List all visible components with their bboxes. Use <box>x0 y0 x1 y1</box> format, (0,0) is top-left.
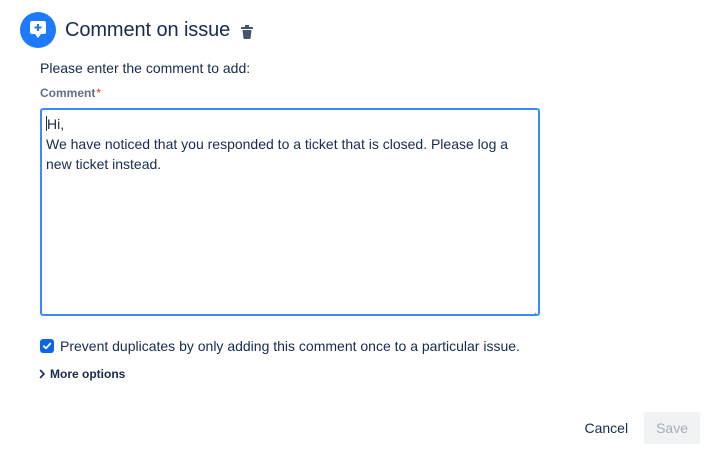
chevron-right-icon <box>38 369 46 379</box>
checkmark-icon <box>42 342 52 350</box>
comment-label: Comment* <box>40 86 101 100</box>
comment-line: Hi, <box>46 114 534 134</box>
more-options-toggle[interactable]: More options <box>38 367 125 381</box>
form-prompt: Please enter the comment to add: <box>40 60 251 76</box>
more-options-label: More options <box>50 367 126 381</box>
trash-icon[interactable] <box>241 24 254 39</box>
comment-plus-icon <box>20 12 56 48</box>
comment-line-text: Hi, <box>47 116 65 132</box>
resize-handle-icon[interactable] <box>529 305 537 314</box>
comment-textarea[interactable]: Hi, We have noticed that you responded t… <box>40 108 540 316</box>
required-marker: * <box>96 86 102 100</box>
comment-label-text: Comment <box>40 86 96 100</box>
dialog-header: Comment on issue <box>20 12 254 48</box>
cancel-button[interactable]: Cancel <box>572 412 640 444</box>
page-title: Comment on issue <box>65 18 231 41</box>
prevent-duplicates-label[interactable]: Prevent duplicates by only adding this c… <box>60 338 520 354</box>
dialog-footer: Cancel Save <box>572 412 700 444</box>
prevent-duplicates-row: Prevent duplicates by only adding this c… <box>40 338 520 354</box>
comment-line: new ticket instead. <box>46 156 162 172</box>
save-button[interactable]: Save <box>644 412 700 444</box>
prevent-duplicates-checkbox[interactable] <box>40 339 54 353</box>
comment-line: We have noticed that you responded to a … <box>46 136 509 152</box>
